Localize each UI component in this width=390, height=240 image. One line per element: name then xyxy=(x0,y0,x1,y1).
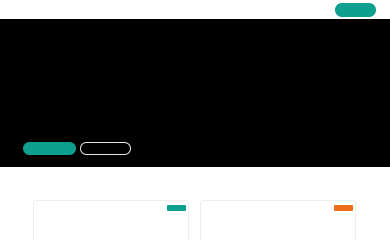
header-cta-button[interactable] xyxy=(335,3,376,17)
feature-card[interactable] xyxy=(200,200,356,240)
status-badge xyxy=(334,205,353,211)
hero-primary-button[interactable] xyxy=(23,142,76,155)
feature-card[interactable] xyxy=(33,200,189,240)
page xyxy=(0,0,390,240)
top-navigation-bar xyxy=(0,0,390,19)
hero-secondary-button[interactable] xyxy=(80,142,131,155)
status-badge xyxy=(167,205,186,211)
